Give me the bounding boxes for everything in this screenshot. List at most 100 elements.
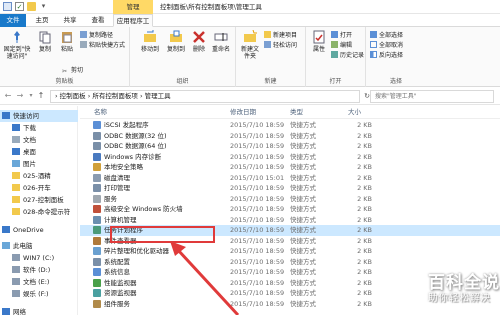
- drive-icon: [12, 278, 20, 285]
- column-header-date[interactable]: 修改日期: [230, 106, 256, 118]
- shortcut-file-icon: [93, 299, 101, 308]
- paste-shortcut-button[interactable]: 粘贴快捷方式: [80, 41, 125, 50]
- nav-item[interactable]: 文档 (E:): [0, 276, 78, 288]
- nav-item[interactable]: 娱乐 (F:): [0, 288, 78, 300]
- shortcut-file-icon: [93, 152, 101, 161]
- nav-item[interactable]: WIN7 (C:): [0, 252, 78, 264]
- file-row[interactable]: iSCSI 发起程序 2015/7/10 18:59 快捷方式 2 KB: [80, 120, 500, 131]
- nav-item[interactable]: 快速访问: [0, 110, 78, 122]
- file-date: 2015/7/10 18:59: [230, 278, 285, 287]
- pin-label: 固定到"快速访问": [3, 46, 31, 60]
- column-header-name[interactable]: 名称: [94, 106, 107, 118]
- copy-to-button[interactable]: 复制到: [164, 30, 188, 53]
- pin-quick-access-button[interactable]: 固定到"快速访问": [3, 30, 31, 60]
- file-row[interactable]: ODBC 数据源(64 位) 2015/7/10 18:59 快捷方式 2 KB: [80, 141, 500, 152]
- nav-item[interactable]: 027-控制面板: [0, 194, 78, 206]
- nav-item[interactable]: 025-酒精: [0, 170, 78, 182]
- column-header-size[interactable]: 大小: [348, 106, 361, 118]
- invert-selection-label: 反向选择: [379, 52, 404, 59]
- tab-home[interactable]: 主页: [32, 14, 52, 27]
- drive-icon: [12, 290, 20, 297]
- organize-group-label: 组织: [176, 78, 189, 85]
- nav-item-label: 文档 (E:): [23, 278, 50, 286]
- address-input[interactable]: › 控制面板 › 所有控制面板项 › 管理工具: [50, 90, 360, 103]
- shortcut-file-icon: [93, 121, 101, 129]
- tab-view[interactable]: 查看: [88, 14, 108, 27]
- new-folder-button[interactable]: 新建文件夹: [239, 30, 261, 60]
- file-row[interactable]: 打印管理 2015/7/10 18:59 快捷方式 2 KB: [80, 183, 500, 194]
- cloud-icon: [2, 226, 10, 233]
- nav-item[interactable]: OneDrive: [0, 224, 78, 236]
- chevron-down-icon[interactable]: ▾: [39, 2, 48, 11]
- up-arrow-icon[interactable]: ↑: [36, 91, 46, 101]
- file-row[interactable]: 系统配置 2015/7/10 18:59 快捷方式 2 KB: [80, 257, 500, 268]
- paste-label: 粘贴: [60, 46, 73, 53]
- file-row[interactable]: 磁盘清理 2015/7/10 15:01 快捷方式 2 KB: [80, 173, 500, 184]
- file-row[interactable]: ODBC 数据源(32 位) 2015/7/10 18:59 快捷方式 2 KB: [80, 131, 500, 142]
- file-type: 快捷方式: [290, 278, 316, 287]
- properties-button[interactable]: 属性: [309, 30, 329, 53]
- select-all-label: 全部选择: [379, 32, 404, 39]
- shortcut-file-icon: [93, 184, 101, 192]
- cut-button[interactable]: ✂ 剪切: [62, 67, 83, 75]
- copy-path-button[interactable]: 复制路径: [80, 31, 113, 40]
- file-size: 2 KB: [357, 278, 372, 287]
- recent-dropdown-icon[interactable]: ▾: [26, 91, 36, 101]
- move-to-button[interactable]: 移动到: [138, 30, 162, 53]
- tab-manage[interactable]: 应用程序工具: [113, 14, 153, 38]
- nav-item[interactable]: 下载: [0, 122, 78, 134]
- paste-button[interactable]: 粘贴: [58, 30, 76, 53]
- checkbox-icon[interactable]: ✓: [15, 2, 24, 11]
- file-row[interactable]: 本地安全策略 2015/7/10 18:59 快捷方式 2 KB: [80, 162, 500, 173]
- nav-item-label: 025-酒精: [23, 172, 51, 180]
- nav-item[interactable]: 图片: [0, 158, 78, 170]
- forward-arrow-icon[interactable]: →: [15, 91, 25, 101]
- rename-button[interactable]: 重命名: [210, 30, 232, 53]
- nav-item[interactable]: 文档: [0, 134, 78, 146]
- history-button[interactable]: 历史记录: [331, 51, 364, 60]
- rename-icon: [214, 33, 228, 41]
- file-date: 2015/7/10 18:59: [230, 205, 285, 213]
- file-size: 2 KB: [357, 205, 372, 213]
- nav-item[interactable]: 此电脑: [0, 240, 78, 252]
- nav-item[interactable]: 028-命令提示符: [0, 206, 78, 218]
- back-arrow-icon[interactable]: ←: [3, 91, 13, 101]
- file-row[interactable]: 高级安全 Windows 防火墙 2015/7/10 18:59 快捷方式 2 KB: [80, 204, 500, 215]
- select-none-button[interactable]: 全部取消: [370, 41, 403, 50]
- tab-share[interactable]: 共享: [60, 14, 80, 27]
- file-name: 高级安全 Windows 防火墙: [104, 205, 183, 213]
- new-item-icon: [264, 31, 271, 38]
- copy-folder-icon: [170, 30, 182, 42]
- copy-button[interactable]: 复制: [36, 30, 54, 53]
- file-row[interactable]: 计算机管理 2015/7/10 18:59 快捷方式 2 KB: [80, 215, 500, 226]
- nav-item[interactable]: 桌面: [0, 146, 78, 158]
- open-button[interactable]: 打开: [331, 31, 352, 40]
- nav-item[interactable]: 网络: [0, 306, 78, 318]
- select-all-icon: [370, 31, 377, 38]
- nav-item[interactable]: 026-开车: [0, 182, 78, 194]
- delete-button[interactable]: 删除: [190, 30, 208, 53]
- properties-label: 属性: [312, 46, 325, 53]
- file-row[interactable]: 碎片整理和优化驱动器 2015/7/10 18:59 快捷方式 2 KB: [80, 246, 500, 257]
- file-size: 2 KB: [357, 257, 372, 266]
- file-date: 2015/7/10 18:59: [230, 194, 285, 203]
- save-icon[interactable]: [3, 2, 12, 11]
- tab-file[interactable]: 文件: [0, 14, 26, 27]
- new-item-button[interactable]: 新建项目: [264, 31, 297, 40]
- file-row[interactable]: Windows 内存诊断 2015/7/10 18:59 快捷方式 2 KB: [80, 152, 500, 163]
- nav-item[interactable]: 软件 (D:): [0, 264, 78, 276]
- new-folder-icon: [244, 30, 257, 42]
- file-type: 快捷方式: [290, 236, 316, 245]
- edit-button[interactable]: 编辑: [331, 41, 352, 50]
- folder-icon[interactable]: [27, 2, 36, 11]
- shortcut-file-icon: [93, 215, 101, 224]
- search-input[interactable]: 搜索"管理工具": [370, 90, 494, 103]
- shortcut-file-icon: [93, 163, 101, 171]
- file-size: 2 KB: [357, 163, 372, 171]
- easy-access-button[interactable]: 轻松访问: [264, 41, 297, 50]
- clipboard-group: 固定到"快速访问" 复制 粘贴 复制路径 粘贴快捷方式 ✂ 剪切 剪贴板: [0, 27, 130, 87]
- invert-selection-button[interactable]: 反向选择: [370, 51, 403, 60]
- column-header-type[interactable]: 类型: [290, 106, 303, 118]
- select-all-button[interactable]: 全部选择: [370, 31, 403, 40]
- file-row[interactable]: 服务 2015/7/10 18:59 快捷方式 2 KB: [80, 194, 500, 205]
